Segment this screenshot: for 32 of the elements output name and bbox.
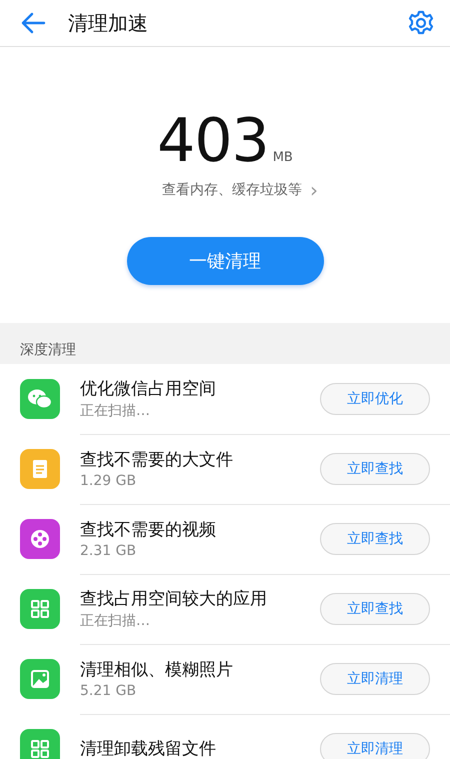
section-title: 深度清理: [20, 341, 76, 359]
chevron-icon[interactable]: ›: [310, 181, 318, 199]
item-title: 优化微信占用空间: [80, 378, 217, 400]
grid-icon: [20, 589, 60, 629]
film-reel-icon: [20, 519, 60, 559]
chat-icon: [20, 379, 60, 419]
settings-icon[interactable]: [408, 10, 434, 36]
item-title: 清理相似、模糊照片: [80, 659, 234, 681]
clean-button[interactable]: 一键清理: [126, 237, 324, 285]
item-status: 正在扫描…: [80, 612, 151, 630]
item-title: 清理卸载残留文件: [80, 738, 217, 759]
action-button[interactable]: 立即清理: [320, 732, 430, 759]
document-icon: [20, 449, 60, 489]
item-status: 正在扫描…: [80, 402, 151, 420]
detail-link[interactable]: 查看内存、缓存垃圾等: [162, 181, 302, 199]
photo-icon: [20, 659, 60, 699]
action-button[interactable]: 立即清理: [320, 662, 430, 694]
grid-icon: [20, 729, 60, 759]
item-title: 查找不需要的视频: [80, 519, 217, 541]
item-status: 2.31 GB: [80, 543, 138, 559]
item-status: 1.29 GB: [80, 473, 138, 489]
back-icon[interactable]: [20, 12, 46, 34]
unit-label: MB: [272, 150, 293, 165]
item-title: 查找不需要的大文件: [80, 449, 234, 471]
storage-amount: 403: [157, 109, 269, 173]
item-title: 查找占用空间较大的应用: [80, 588, 268, 610]
item-status: 5.21 GB: [80, 683, 138, 699]
page-title: 清理加速: [68, 10, 149, 36]
action-button[interactable]: 立即查找: [320, 592, 430, 624]
action-button[interactable]: 立即优化: [320, 382, 430, 414]
action-button[interactable]: 立即查找: [320, 522, 430, 554]
action-button[interactable]: 立即查找: [320, 452, 430, 484]
